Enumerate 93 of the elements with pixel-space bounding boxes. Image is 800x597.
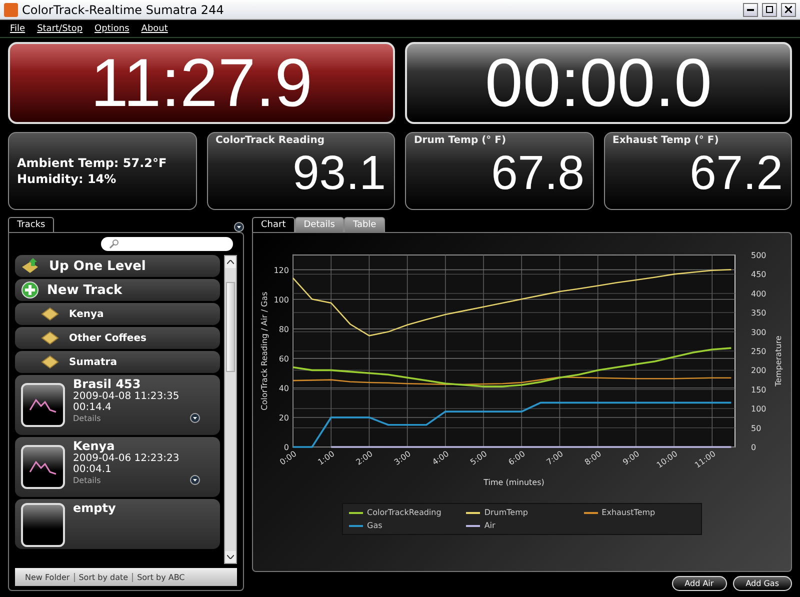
reading-value: 67.8 xyxy=(491,146,584,202)
action-button[interactable]: Add Air xyxy=(672,576,727,591)
menu-item[interactable]: Start/Stop xyxy=(31,24,89,34)
close-button[interactable] xyxy=(781,2,796,16)
minimize-icon xyxy=(747,8,754,10)
axis-tick-label: 0 xyxy=(751,443,756,452)
track-item[interactable]: empty xyxy=(15,499,220,549)
scroll-down-icon xyxy=(227,555,234,559)
maximize-button[interactable] xyxy=(762,2,777,16)
axis-tick-label: 50 xyxy=(751,424,762,433)
details-link[interactable]: Details xyxy=(73,414,101,422)
track-name: empty xyxy=(73,501,117,515)
maximize-icon xyxy=(766,6,773,13)
track-thumbnail xyxy=(21,503,65,547)
toolbar-button[interactable]: Sort by ABC xyxy=(133,572,189,582)
track-name: Brasil 453 xyxy=(73,377,142,391)
track-duration: 00:04.1 xyxy=(73,464,112,475)
folder-item[interactable]: Kenya xyxy=(15,303,220,325)
scrollbar-thumb[interactable] xyxy=(226,282,235,372)
axis-tick-label: 300 xyxy=(751,328,766,337)
axis-tick-label: 0 xyxy=(284,443,289,452)
axis-tick-label: 6:00 xyxy=(506,449,527,467)
action-button[interactable]: Add Gas xyxy=(732,576,792,591)
list-item[interactable]: Up One Level xyxy=(15,255,220,277)
reading-value: 93.1 xyxy=(292,146,386,202)
axis-tick-label: 20 xyxy=(278,413,289,422)
scroll-up-icon xyxy=(227,260,234,264)
app-icon xyxy=(4,2,18,16)
reading-label: Exhaust Temp (° F) xyxy=(612,135,720,146)
legend-label: DrumTemp xyxy=(484,508,528,517)
details-link[interactable]: Details xyxy=(73,476,101,484)
axis-tick-label: 200 xyxy=(751,366,766,376)
legend-label: ColorTrackReading xyxy=(367,508,442,517)
axis-tick-label: 100 xyxy=(751,404,766,414)
axis-tick-label: 100 xyxy=(274,295,289,304)
axis-tick-label: 0:00 xyxy=(278,449,298,467)
axis-tick-label: 7:00 xyxy=(545,449,565,467)
expand-icon xyxy=(190,475,200,485)
tab[interactable]: Tracks xyxy=(8,217,54,232)
legend-label: ExhaustTemp xyxy=(602,508,656,517)
timer-display: 11:27.9 xyxy=(8,42,395,124)
window-title: ColorTrack-Realtime Sumatra 244 xyxy=(22,2,225,16)
track-name: Kenya xyxy=(73,439,116,453)
axis-title: Temperature xyxy=(774,336,783,386)
track-date: 2009-04-06 12:23:23 xyxy=(73,453,180,464)
menu-item[interactable]: About xyxy=(135,24,174,34)
reading-label: Drum Temp (° F) xyxy=(414,135,508,146)
folder-item[interactable]: Other Coffees xyxy=(15,327,220,349)
track-date: 2009-04-08 11:23:35 xyxy=(73,391,180,402)
reading-value: 67.2 xyxy=(690,146,783,202)
menu-item[interactable]: Options xyxy=(88,24,136,34)
axis-tick-label: 400 xyxy=(751,289,766,298)
expand-icon xyxy=(190,413,200,423)
axis-tick-label: 450 xyxy=(751,270,766,280)
tab[interactable]: Chart xyxy=(252,217,295,232)
minimize-button[interactable] xyxy=(743,2,758,16)
toolbar-button[interactable]: New Folder xyxy=(21,572,75,582)
axis-tick-label: 500 xyxy=(751,251,766,260)
axis-tick-label: 120 xyxy=(274,266,289,275)
dropdown-icon xyxy=(234,222,244,232)
axis-tick-label: 9:00 xyxy=(621,449,642,467)
legend-label: Air xyxy=(484,521,496,530)
menu-item[interactable]: File xyxy=(4,24,32,34)
search-field[interactable] xyxy=(101,237,233,251)
reading-label: ColorTrack Reading xyxy=(216,135,326,146)
axis-tick-label: 4:00 xyxy=(430,449,451,467)
axis-tick-label: 60 xyxy=(278,354,289,364)
close-icon xyxy=(785,6,792,13)
axis-tick-label: 1:00 xyxy=(316,449,336,467)
axis-tick-label: 8:00 xyxy=(583,449,603,467)
axis-tick-label: 80 xyxy=(278,324,289,334)
ambient-text: Humidity: 14% xyxy=(17,171,118,187)
legend-label: Gas xyxy=(367,521,382,530)
ambient-text: Ambient Temp: 57.2°F xyxy=(17,155,168,171)
axis-tick-label: 250 xyxy=(751,347,766,356)
track-item[interactable]: Brasil 453 2009-04-08 11:23:35 00:14.4 Details xyxy=(15,375,220,435)
axis-tick-label: 40 xyxy=(278,384,289,393)
folder-icon xyxy=(41,307,59,321)
search-icon xyxy=(109,239,119,249)
toolbar-button[interactable]: Sort by date xyxy=(74,572,134,582)
folder-icon xyxy=(41,355,59,369)
axis-tick-label: 350 xyxy=(751,308,766,318)
folder-item[interactable]: Sumatra xyxy=(15,351,220,373)
axis-title: Time (minutes) xyxy=(484,478,544,487)
folder-icon xyxy=(41,331,59,345)
scrollbar[interactable] xyxy=(224,255,237,564)
track-item[interactable]: Kenya 2009-04-06 12:23:23 00:04.1 Details xyxy=(15,437,220,497)
plus-icon xyxy=(21,281,39,299)
axis-title: ColorTrack Reading / Air / Gas xyxy=(260,292,269,410)
timer-display: 00:00.0 xyxy=(405,42,792,124)
axis-tick-label: 150 xyxy=(751,385,766,394)
list-item[interactable]: New Track xyxy=(15,279,220,301)
track-duration: 00:14.4 xyxy=(73,402,112,413)
